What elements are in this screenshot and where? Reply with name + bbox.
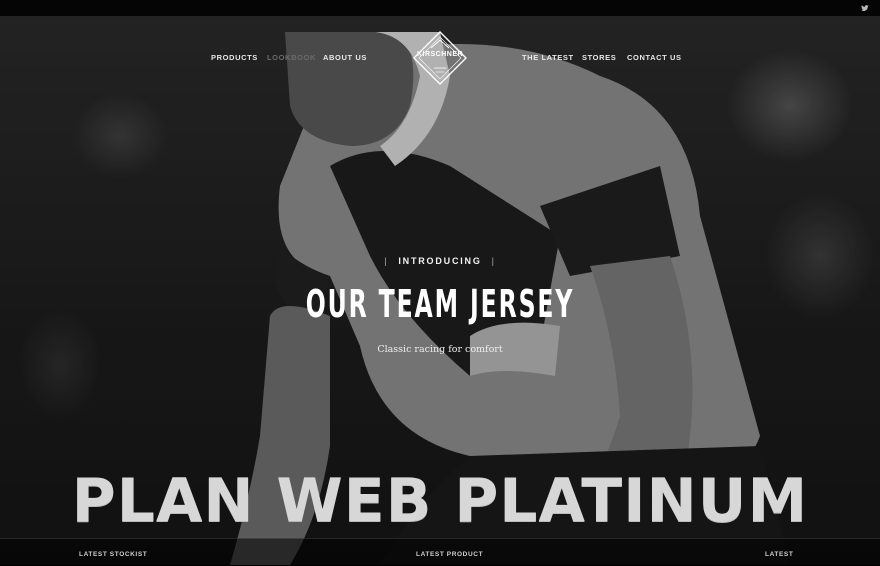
hero-tagline: Classic racing for comfort [377, 344, 503, 355]
nav-products[interactable]: PRODUCTS [211, 53, 258, 62]
nav-contact-us[interactable]: CONTACT US [627, 53, 682, 62]
twitter-icon[interactable] [861, 4, 869, 12]
footer-strip: LATEST STOCKIST LATEST PRODUCT LATEST [0, 538, 880, 566]
nav-the-latest[interactable]: THE LATEST [522, 53, 574, 62]
intro-label: | INTRODUCING | [384, 256, 496, 266]
nav-lookbook[interactable]: LOOKBOOK [267, 53, 316, 62]
hero-headline: OUR TEAM JERSEY [305, 282, 575, 326]
footer-latest-product[interactable]: LATEST PRODUCT [416, 551, 483, 558]
logo-wordmark: KIRSCHNER [416, 51, 464, 58]
top-bar [0, 0, 880, 16]
footer-latest-stockist[interactable]: LATEST STOCKIST [79, 551, 147, 558]
nav-stores[interactable]: STORES [582, 53, 616, 62]
footer-latest[interactable]: LATEST [765, 551, 793, 558]
brand-logo[interactable]: KIRSCHNER [412, 30, 468, 86]
logo-diamond-icon [413, 31, 467, 85]
introducing-text: INTRODUCING [398, 256, 482, 266]
watermark-text: PLAN WEB PLATINUM [71, 466, 809, 536]
nav-about-us[interactable]: ABOUT US [323, 53, 367, 62]
